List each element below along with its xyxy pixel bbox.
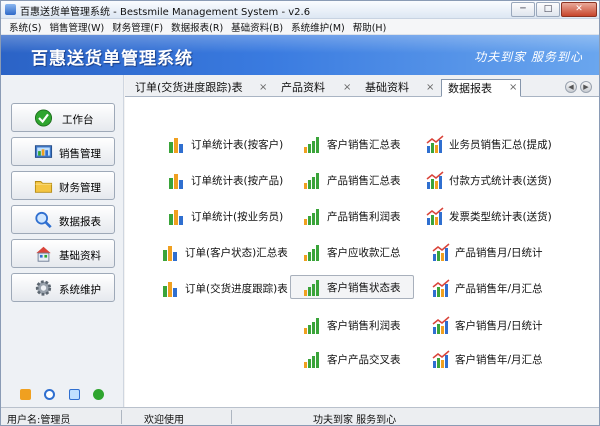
report-order-by-salesman[interactable]: 订单统计(按业务员) <box>167 204 283 228</box>
status-bar: 用户名:管理员 欢迎使用 功夫到家 服务到心 <box>1 407 599 425</box>
menu-bar: 系统(S) 销售管理(W) 财务管理(F) 数据报表(R) 基础资料(B) 系统… <box>1 19 599 35</box>
sidebar-item-label: 数据报表 <box>59 216 101 228</box>
maximize-button[interactable]: □ <box>536 2 560 17</box>
growth-chart-icon <box>304 352 319 368</box>
sidebar-item-label: 工作台 <box>62 114 94 126</box>
tab-scroll-left-icon[interactable]: ◀ <box>565 81 577 93</box>
minimize-button[interactable]: ─ <box>511 2 535 17</box>
menu-help[interactable]: 帮助(H) <box>349 20 391 34</box>
sidebar-item-label: 基础资料 <box>59 250 101 262</box>
growth-chart-icon <box>304 137 319 153</box>
sidebar-item-finance[interactable]: 财务管理 <box>11 171 115 200</box>
tab-close-icon[interactable]: × <box>259 79 267 96</box>
growth-chart-icon <box>304 173 319 189</box>
check-icon <box>34 109 53 127</box>
tab-close-icon[interactable]: × <box>509 79 517 96</box>
refresh-icon[interactable] <box>93 388 105 400</box>
tab-order-tracking[interactable]: 订单(交货进度跟踪)表 <box>129 79 243 97</box>
trend-chart-icon <box>432 279 450 297</box>
tab-scroll-right-icon[interactable]: ▶ <box>580 81 592 93</box>
report-customer-sales-status[interactable]: 客户销售状态表 <box>290 275 414 299</box>
sidebar: 工作台 销售管理 财务管理 数据报表 基础资料 系统维护 <box>1 75 124 407</box>
trend-chart-icon <box>426 207 444 225</box>
growth-chart-icon <box>304 245 319 261</box>
building-icon <box>36 246 51 262</box>
trend-chart-icon <box>432 243 450 261</box>
trend-chart-icon <box>432 316 450 334</box>
close-button[interactable]: ✕ <box>561 2 597 17</box>
sidebar-item-reports[interactable]: 数据报表 <box>11 205 115 234</box>
trend-chart-icon <box>426 171 444 189</box>
report-product-month-day[interactable]: 产品销售月/日统计 <box>431 240 543 264</box>
notes-icon[interactable] <box>19 388 31 400</box>
sidebar-item-basic[interactable]: 基础资料 <box>11 239 115 268</box>
report-product-sales-summary[interactable]: 产品销售汇总表 <box>303 168 401 192</box>
banner-slogan: 功夫到家 服务到心 <box>474 50 583 64</box>
tab-close-icon[interactable]: × <box>426 79 434 96</box>
sidebar-item-maintenance[interactable]: 系统维护 <box>11 273 115 302</box>
menu-maintenance[interactable]: 系统维护(M) <box>287 20 349 34</box>
report-order-customer-status[interactable]: 订单(客户状态)汇总表 <box>161 240 288 264</box>
bar-chart-icon <box>163 282 177 297</box>
menu-system[interactable]: 系统(S) <box>5 20 45 34</box>
sidebar-item-label: 财务管理 <box>59 182 101 194</box>
magnifier-icon <box>35 211 52 229</box>
report-customer-receivables[interactable]: 客户应收款汇总 <box>303 240 401 264</box>
menu-reports[interactable]: 数据报表(R) <box>167 20 227 34</box>
sidebar-item-sales[interactable]: 销售管理 <box>11 137 115 166</box>
report-order-delivery-tracking[interactable]: 订单(交货进度跟踪)表 <box>161 276 288 300</box>
report-customer-product-cross[interactable]: 客户产品交叉表 <box>303 347 401 371</box>
bar-chart-icon <box>169 138 183 153</box>
bar-chart-icon <box>169 174 183 189</box>
report-order-by-customer[interactable]: 订单统计表(按客户) <box>167 132 283 156</box>
tab-products[interactable]: 产品资料 <box>275 79 325 97</box>
growth-chart-icon <box>304 209 319 225</box>
growth-chart-icon <box>304 318 319 334</box>
sales-icon <box>34 145 53 158</box>
report-product-year-month[interactable]: 产品销售年/月汇总 <box>431 276 543 300</box>
report-customer-sales-profit[interactable]: 客户销售利润表 <box>303 313 401 337</box>
bar-chart-icon <box>169 210 183 225</box>
report-product-sales-profit[interactable]: 产品销售利润表 <box>303 204 401 228</box>
sidebar-item-label: 系统维护 <box>59 284 101 296</box>
folder-icon <box>34 181 53 193</box>
menu-basic[interactable]: 基础资料(B) <box>227 20 287 34</box>
status-welcome: 欢迎使用 <box>144 415 184 426</box>
clock-icon[interactable] <box>44 388 56 400</box>
app-icon <box>5 4 16 15</box>
banner: 百惠送货单管理系统 功夫到家 服务到心 <box>1 35 599 75</box>
sidebar-tools <box>1 383 123 405</box>
status-user: 用户名:管理员 <box>7 415 71 426</box>
app-window: 百惠送货单管理系统 - Bestsmile Management System … <box>0 0 600 426</box>
report-customer-year-month[interactable]: 客户销售年/月汇总 <box>431 347 543 371</box>
report-panel: 订单统计表(按客户) 订单统计表(按产品) 订单统计(按业务员) 订单(客户状态… <box>125 97 599 407</box>
gear-icon <box>35 280 52 296</box>
report-customer-sales-summary[interactable]: 客户销售汇总表 <box>303 132 401 156</box>
sidebar-item-label: 销售管理 <box>59 148 101 160</box>
trend-chart-icon <box>432 350 450 368</box>
status-slogan: 功夫到家 服务到心 <box>313 415 397 426</box>
title-bar: 百惠送货单管理系统 - Bestsmile Management System … <box>1 1 599 19</box>
tab-close-icon[interactable]: × <box>343 79 351 96</box>
report-customer-month-day[interactable]: 客户销售月/日统计 <box>431 313 543 337</box>
report-invoice-type[interactable]: 发票类型统计表(送货) <box>425 204 552 228</box>
search-icon[interactable] <box>68 388 80 400</box>
growth-chart-icon <box>304 280 319 296</box>
menu-finance[interactable]: 财务管理(F) <box>108 20 167 34</box>
bar-chart-icon <box>163 246 177 261</box>
trend-chart-icon <box>426 135 444 153</box>
menu-sales[interactable]: 销售管理(W) <box>45 20 108 34</box>
window-controls: ─ □ ✕ <box>511 2 597 17</box>
report-payment-method[interactable]: 付款方式统计表(送货) <box>425 168 552 192</box>
tab-basic[interactable]: 基础资料 <box>359 79 409 97</box>
report-order-by-product[interactable]: 订单统计表(按产品) <box>167 168 283 192</box>
tab-bar: 订单(交货进度跟踪)表 × 产品资料 × 基础资料 × 数据报表 × ◀ ▶ <box>125 75 599 97</box>
report-salesman-commission[interactable]: 业务员销售汇总(提成) <box>425 132 552 156</box>
banner-title: 百惠送货单管理系统 <box>31 49 193 69</box>
sidebar-item-workbench[interactable]: 工作台 <box>11 103 115 132</box>
window-title: 百惠送货单管理系统 - Bestsmile Management System … <box>20 7 311 18</box>
